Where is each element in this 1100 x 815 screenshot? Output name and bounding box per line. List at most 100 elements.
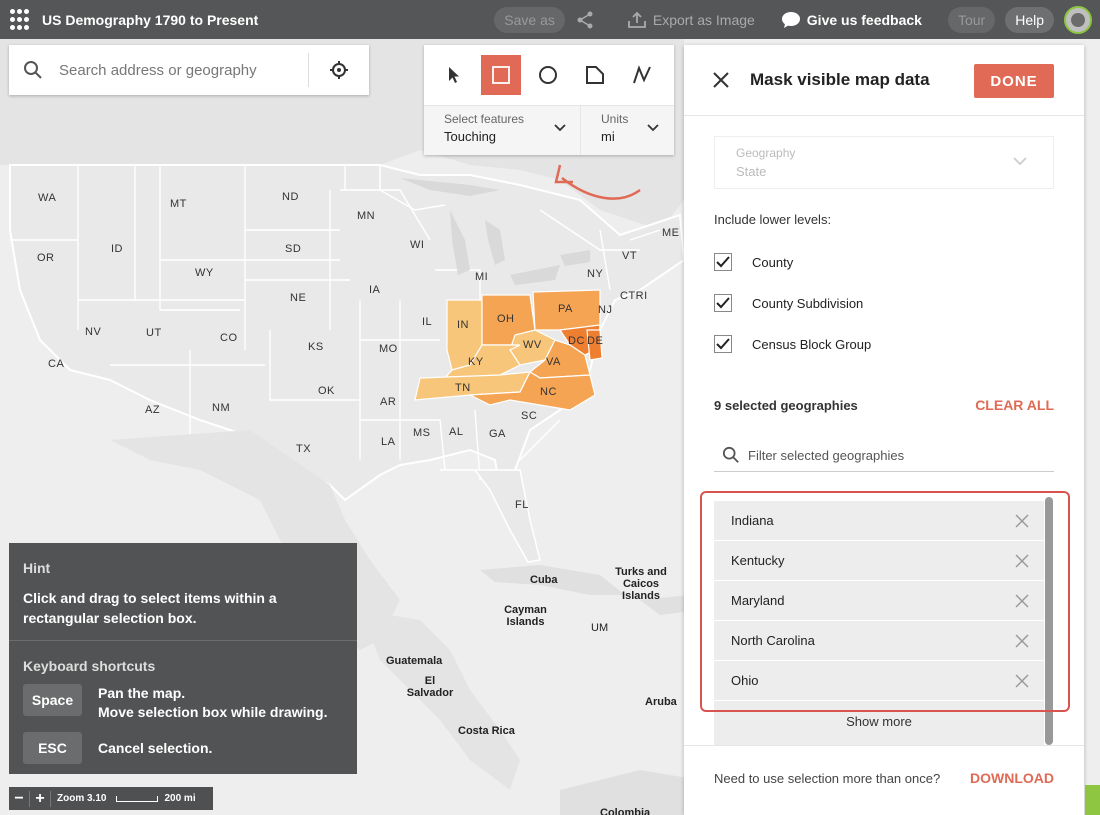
hint-text: Click and drag to select items within a … [23,590,277,626]
geography-name: Indiana [731,513,774,528]
state-label-la: LA [381,436,396,448]
selected-count: 9 selected geographies [714,398,858,413]
freehand-tool[interactable] [622,55,662,95]
geography-name: Maryland [731,593,785,608]
key-space: Space [23,684,82,716]
help-button[interactable]: Help [1005,6,1054,33]
app-title: US Demography 1790 to Present [42,11,259,28]
scale-text: 200 mi [164,793,196,804]
panel-footer: Need to use selection more than once? DO… [684,745,1084,815]
remove-icon[interactable] [1015,594,1029,608]
corner-tab[interactable] [1085,785,1100,815]
crosshair-icon [330,61,348,79]
show-more-button[interactable]: Show more [714,701,1044,741]
rectangle-tool[interactable] [481,55,521,95]
shortcut-desc: Cancel selection. [98,740,213,756]
zoom-bar: − + Zoom 3.10 200 mi [9,787,213,810]
shortcut-desc: Move selection box while drawing. [98,704,328,720]
state-label-ms: MS [413,427,431,439]
list-item: Ohio [714,661,1044,701]
upload-icon [627,11,646,28]
state-label-me: ME [662,227,680,239]
state-label-nj: NJ [598,304,613,316]
state-label-ok: OK [318,385,335,397]
remove-icon[interactable] [1015,634,1029,648]
pointer-tool[interactable] [434,55,474,95]
remove-icon[interactable] [1015,674,1029,688]
state-label-ia: IA [369,284,381,296]
download-button[interactable]: DOWNLOAD [970,770,1054,786]
state-label-wa: WA [38,192,57,204]
shortcut-desc: Pan the map. [98,685,186,701]
share-button[interactable] [575,10,601,30]
app-menu-icon[interactable] [10,8,32,31]
state-label-ny: NY [587,268,604,280]
polygon-icon [586,66,604,84]
state-label-in: IN [457,319,469,331]
checkbox[interactable] [714,253,732,271]
polygon-tool[interactable] [575,55,615,95]
geography-dropdown[interactable]: Geography State [714,136,1054,189]
state-label-ca: CA [48,358,65,370]
place-label-cuba: Cuba [530,574,558,586]
remove-icon[interactable] [1015,554,1029,568]
export-image-button[interactable]: Export as Image [627,11,755,29]
units-dropdown[interactable]: Units mi [581,106,673,155]
geography-value: State [736,164,767,179]
geography-name: Ohio [731,673,759,688]
state-label-sc: SC [521,410,538,422]
circle-tool[interactable] [528,55,568,95]
state-label-nv: NV [85,326,102,338]
state-label-fl: FL [515,499,529,511]
level-checkbox-county[interactable]: County [714,253,793,271]
state-label-de: DE [587,335,604,347]
share-icon [577,11,593,28]
tour-button[interactable]: Tour [947,6,996,33]
checkbox[interactable] [714,335,732,353]
units-value: mi [601,129,615,144]
remove-icon[interactable] [1015,514,1029,528]
search-icon [24,61,42,79]
state-label-wv: WV [523,339,542,351]
select-features-dropdown[interactable]: Select features Touching [424,106,581,155]
feedback-label: Give us feedback [806,11,922,28]
place-label-cayman: Cayman Islands [504,604,547,628]
place-label-um: UM [591,622,609,634]
clear-all-button[interactable]: CLEAR ALL [975,397,1054,413]
zoom-in-button[interactable]: + [30,790,50,808]
state-label-nc: NC [540,386,557,398]
state-label-tn: TN [455,382,471,394]
circle-icon [539,66,557,84]
chevron-down-icon [554,124,566,132]
checkbox[interactable] [714,294,732,312]
locate-button[interactable] [309,45,369,95]
level-checkbox-county-subdivision[interactable]: County Subdivision [714,294,863,312]
level-label: County [752,254,794,270]
geography-name: Kentucky [731,553,785,568]
mask-data-panel: Mask visible map data DONE Geography Sta… [684,45,1084,815]
list-scrollbar[interactable] [1045,497,1053,745]
filter-input[interactable]: Filter selected geographies [748,448,904,463]
state-label-tx: TX [296,443,312,455]
level-checkbox-census-block-group[interactable]: Census Block Group [714,335,871,353]
search-input[interactable]: Search address or geography [59,62,308,79]
list-item: Maryland [714,581,1044,621]
state-label-mi: MI [475,271,489,283]
list-item: Kentucky [714,541,1044,581]
zoom-out-button[interactable]: − [9,790,29,808]
done-button[interactable]: DONE [974,64,1054,98]
shortcut-row: Space Pan the map. Move selection box wh… [9,674,357,722]
filter-box: Filter selected geographies [714,439,1054,472]
checkmark-icon [716,297,730,309]
state-label-il: IL [422,316,433,328]
state-label-mo: MO [379,343,398,355]
save-as-button[interactable]: Save as [494,6,565,33]
avatar[interactable] [1064,5,1092,34]
top-bar: US Demography 1790 to Present Save as Ex… [0,0,1100,39]
state-label-or: OR [37,252,55,264]
state-label-vt: VT [622,250,638,262]
feedback-button[interactable]: Give us feedback [781,11,922,29]
hint-title: Hint [23,560,51,576]
state-label-mt: MT [170,198,187,210]
close-icon[interactable] [712,71,730,89]
